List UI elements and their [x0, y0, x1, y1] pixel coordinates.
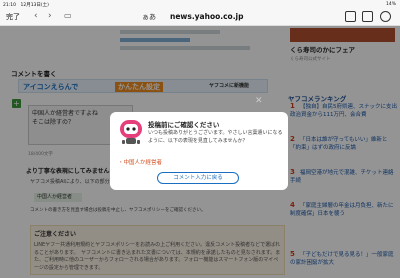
robot-icon	[118, 118, 144, 146]
done-button[interactable]: 完了	[6, 12, 20, 22]
reader-button[interactable]: ぁあ	[142, 12, 156, 22]
share-icon[interactable]	[345, 11, 356, 22]
status-bar: 21:10 12月13日(土) 14%	[0, 0, 400, 8]
status-time: 21:10 12月13日(土)	[3, 2, 49, 8]
battery-indicator: 14%	[385, 1, 396, 7]
browser-toolbar: 完了 ‹ › ▭ ぁあ news.yahoo.co.jp	[0, 8, 400, 26]
chevron-right-icon[interactable]: ›	[48, 11, 52, 21]
chevron-left-icon[interactable]: ‹	[34, 11, 38, 21]
return-to-input-button[interactable]: コメント入力に戻る	[157, 172, 239, 184]
book-icon[interactable]: ▭	[64, 11, 72, 20]
url-field[interactable]: news.yahoo.co.jp	[170, 12, 244, 21]
dialog-title: 投稿前にご確認ください	[148, 121, 220, 129]
new-tab-icon[interactable]	[362, 11, 373, 22]
dialog-body: いつも投稿ありがとうございます。やさしい言葉遣いになるように、以下の表現を見直し…	[148, 130, 283, 144]
compass-icon[interactable]	[380, 11, 391, 22]
flagged-phrase: ・中国人か経営者	[118, 160, 163, 166]
close-icon[interactable]: ✕	[255, 96, 263, 106]
